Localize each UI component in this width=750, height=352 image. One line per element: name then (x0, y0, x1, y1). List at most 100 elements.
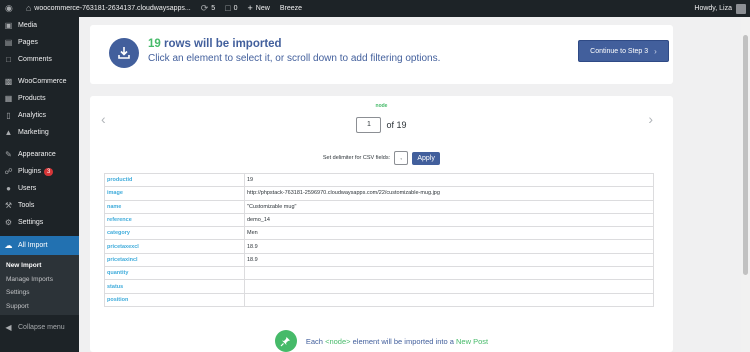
sidebar-item-label: Appearance (18, 151, 56, 158)
page-scrollbar[interactable] (741, 17, 750, 352)
sidebar-item-plugins[interactable]: ☍ Plugins 3 (0, 163, 79, 180)
avatar (736, 3, 746, 14)
table-row[interactable]: category Men (104, 226, 654, 241)
comments-count: 0 (233, 5, 238, 12)
site-name-link[interactable]: ⌂ woocommerce-763181-2634137.cloudwaysap… (21, 0, 196, 17)
sidebar-item-users[interactable]: ● Users (0, 180, 79, 197)
sidebar-item-marketing[interactable]: ▲ Marketing (0, 124, 79, 141)
submenu-manage-imports[interactable]: Manage Imports (0, 273, 79, 287)
submenu-support[interactable]: Support (0, 300, 79, 314)
delimiter-label: Set delimiter for CSV fields: (322, 155, 391, 161)
comments-icon: □ (6, 55, 11, 64)
field-key[interactable]: productid (104, 172, 245, 188)
thumbtack-icon (280, 336, 291, 346)
sidebar-item-media[interactable]: ▣ Media (0, 17, 79, 34)
field-value[interactable]: Men (244, 226, 654, 241)
admin-bar: ◉ ⌂ woocommerce-763181-2634137.cloudways… (0, 0, 750, 17)
sidebar-item-appearance[interactable]: ✎ Appearance (0, 146, 79, 163)
field-value[interactable]: 18.9 (244, 252, 654, 268)
sidebar-item-analytics[interactable]: ▯ Analytics (0, 107, 79, 124)
site-name: woocommerce-763181-2634137.cloudwaysapps… (34, 5, 191, 12)
field-key[interactable]: pricetaxincl (104, 252, 245, 268)
breeze-link[interactable]: Breeze (275, 0, 307, 17)
element-index-input[interactable]: 1 (356, 117, 382, 133)
import-target-note: Each <node> element will be imported int… (90, 330, 673, 352)
chevron-right-icon: › (654, 46, 657, 56)
field-key[interactable]: quantity (104, 266, 245, 281)
continue-to-step-3-button[interactable]: Continue to Step 3 › (578, 40, 669, 62)
table-row[interactable]: pricetaxincl 18.9 (104, 252, 654, 268)
marketing-icon: ▲ (4, 128, 13, 137)
all-import-icon: ☁ (4, 241, 13, 250)
comment-bubble-icon: □ (225, 3, 231, 13)
rows-count-heading: 19 rows will be imported (148, 38, 282, 50)
table-row[interactable]: quantity (104, 266, 654, 281)
updates-count: 5 (211, 5, 216, 12)
table-row[interactable]: pricetaxexcl 18.9 (104, 239, 654, 254)
footer-node-tag: <node> (325, 336, 351, 346)
field-value[interactable]: demo_14 (244, 212, 654, 228)
sidebar-item-products[interactable]: ▦ Products (0, 90, 79, 107)
account-menu[interactable]: Howdy, Liza (689, 0, 750, 17)
sidebar-item-label: WooCommerce (18, 78, 67, 85)
sidebar-item-woocommerce[interactable]: ▩ WooCommerce (0, 73, 79, 90)
field-value[interactable]: "Customizable mug" (244, 199, 654, 214)
element-pager: 1 of 19 (90, 117, 673, 133)
pages-icon: ▤ (4, 38, 13, 47)
field-value[interactable]: 19 (244, 172, 654, 188)
sidebar-item-label: All Import (18, 242, 48, 249)
admin-sidebar: ▣ Media ▤ Pages □ Comments ▩ WooCommerce ▦ Pr… (0, 17, 79, 352)
field-value[interactable] (244, 266, 654, 281)
footer-middle: element will be imported into a (352, 336, 454, 346)
submenu-settings[interactable]: Settings (0, 286, 79, 300)
element-preview-panel: node ‹ › 1 of 19 Set delimiter for CSV f… (90, 96, 673, 352)
field-key[interactable]: name (104, 199, 245, 214)
table-row[interactable]: name "Customizable mug" (104, 199, 654, 214)
table-row[interactable]: image http://phpstack-763181-2596970.clou… (104, 186, 654, 201)
rows-text: rows will be imported (164, 38, 282, 50)
sidebar-item-label: Pages (18, 39, 38, 46)
delimiter-input[interactable]: , (394, 151, 409, 165)
rows-count: 19 (148, 38, 161, 50)
new-content-link[interactable]: + New (243, 0, 275, 17)
node-title: node (375, 103, 388, 109)
collapse-label: Collapse menu (18, 324, 65, 331)
field-key[interactable]: position (104, 292, 245, 307)
import-download-icon (109, 38, 139, 68)
collapse-menu-button[interactable]: ◀ Collapse menu (0, 319, 79, 336)
sidebar-item-all-import[interactable]: ☁ All Import (0, 236, 79, 255)
pin-icon (274, 330, 297, 352)
field-value[interactable] (244, 292, 654, 307)
media-icon: ▣ (4, 21, 13, 30)
field-value[interactable] (244, 279, 654, 294)
updates-link[interactable]: ⟳ 5 (196, 0, 220, 17)
howdy-text: Howdy, Liza (694, 5, 732, 12)
field-key[interactable]: reference (104, 212, 245, 228)
settings-icon: ⚙ (4, 218, 13, 227)
sidebar-item-label: Users (18, 185, 37, 192)
sidebar-item-settings[interactable]: ⚙ Settings (0, 214, 79, 231)
element-fields-table: productid 19 image http://phpstack-763181-… (104, 172, 654, 307)
sidebar-item-pages[interactable]: ▤ Pages (0, 34, 79, 51)
submenu-new-import[interactable]: New Import (0, 259, 79, 273)
sidebar-item-tools[interactable]: ⚒ Tools (0, 197, 79, 214)
table-row[interactable]: productid 19 (104, 172, 654, 188)
field-value[interactable]: http://phpstack-763181-2596970.cloudways… (244, 186, 654, 201)
table-row[interactable]: reference demo_14 (104, 212, 654, 228)
breeze-label: Breeze (279, 5, 302, 12)
field-key[interactable]: category (104, 226, 245, 241)
wordpress-logo[interactable]: ◉ (0, 0, 21, 17)
comments-link[interactable]: □ 0 (220, 0, 242, 17)
field-key[interactable]: pricetaxexcl (104, 239, 245, 254)
table-row[interactable]: status (104, 279, 654, 294)
users-icon: ● (6, 184, 11, 193)
field-key[interactable]: status (104, 279, 245, 294)
sidebar-item-comments[interactable]: □ Comments (0, 51, 79, 68)
field-key[interactable]: image (104, 186, 245, 201)
footer-prefix: Each (305, 336, 323, 346)
field-value[interactable]: 18.9 (244, 239, 654, 254)
table-row[interactable]: position (104, 292, 654, 307)
plus-icon: + (247, 3, 253, 13)
scrollbar-thumb[interactable] (743, 35, 748, 275)
apply-delimiter-button[interactable]: Apply (412, 151, 441, 165)
